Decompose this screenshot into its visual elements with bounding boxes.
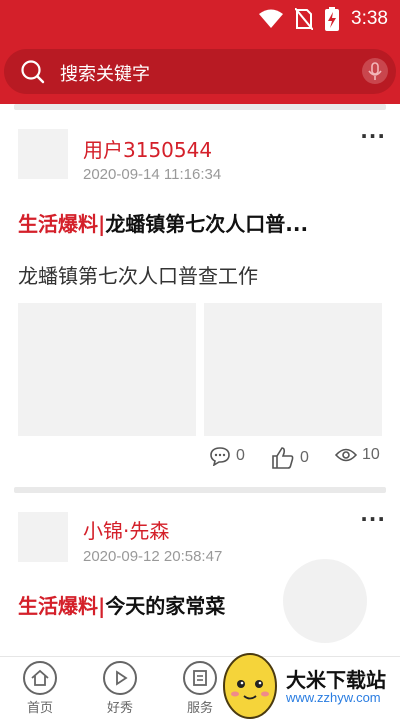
comment-count: 0 <box>236 447 245 464</box>
status-time: 3:38 <box>351 8 388 29</box>
app-header: 3:38 搜索关键字 <box>0 0 400 104</box>
like-count: 0 <box>300 449 309 466</box>
home-icon <box>23 661 57 695</box>
post-timestamp: 2020-09-14 11:16:34 <box>83 166 222 183</box>
divider <box>14 104 386 110</box>
thumbs-up-icon <box>272 447 294 469</box>
search-icon <box>21 60 45 84</box>
wifi-icon <box>259 9 284 28</box>
post-image[interactable] <box>204 303 382 436</box>
nav-item-shows[interactable]: 好秀 <box>90 661 150 716</box>
news-feed[interactable]: 用户3150544 2020-09-14 11:16:34 ··· 生活爆料|龙… <box>0 104 400 656</box>
nav-label: 好秀 <box>106 701 133 716</box>
like-button[interactable]: 0 <box>271 446 309 470</box>
avatar[interactable] <box>18 129 68 179</box>
post-category: 生活爆料| <box>18 212 106 236</box>
comment-icon <box>210 447 230 466</box>
more-options-icon[interactable]: ··· <box>360 126 386 146</box>
microphone-icon[interactable] <box>362 58 388 84</box>
watermark: 大米下载站 www.zzhyw.com <box>218 646 400 720</box>
view-count: 10 <box>362 446 380 463</box>
services-icon <box>183 661 217 695</box>
search-input[interactable]: 搜索关键字 <box>60 60 150 86</box>
post-summary: 龙蟠镇第七次人口普查工作 <box>18 264 258 288</box>
post-title-text: 今天的家常菜 <box>105 594 226 618</box>
nav-label: 首页 <box>26 701 53 716</box>
views-indicator: 10 <box>335 446 380 464</box>
comment-button[interactable]: 0 <box>209 446 245 466</box>
no-sim-icon <box>295 8 314 30</box>
status-icons: 3:38 <box>259 7 388 31</box>
watermark-text: 大米下载站 <box>286 668 386 692</box>
watermark-logo-icon <box>223 653 277 719</box>
floating-action-button[interactable] <box>283 559 367 643</box>
divider <box>14 487 386 493</box>
eye-icon <box>335 448 357 462</box>
nav-item-home[interactable]: 首页 <box>10 661 70 716</box>
post-timestamp: 2020-09-12 20:58:47 <box>83 548 223 565</box>
watermark-url: www.zzhyw.com <box>286 690 381 705</box>
username[interactable]: 小锦·先森 <box>83 515 169 544</box>
post-title-text: 龙蟠镇第七次人口普... <box>105 212 309 236</box>
search-bar[interactable]: 搜索关键字 <box>4 49 396 94</box>
post-image[interactable] <box>18 303 196 436</box>
more-options-icon[interactable]: ··· <box>360 509 386 529</box>
post-card[interactable]: 用户3150544 2020-09-14 11:16:34 ··· 生活爆料|龙… <box>0 114 400 486</box>
post-category: 生活爆料| <box>18 594 106 618</box>
battery-charging-icon <box>325 7 340 31</box>
status-bar: 3:38 <box>0 0 400 38</box>
post-title[interactable]: 生活爆料|龙蟠镇第七次人口普... <box>18 208 388 237</box>
username[interactable]: 用户3150544 <box>83 134 212 163</box>
play-icon <box>103 661 137 695</box>
avatar[interactable] <box>18 512 68 562</box>
post-actions: 0 0 10 <box>0 446 400 476</box>
